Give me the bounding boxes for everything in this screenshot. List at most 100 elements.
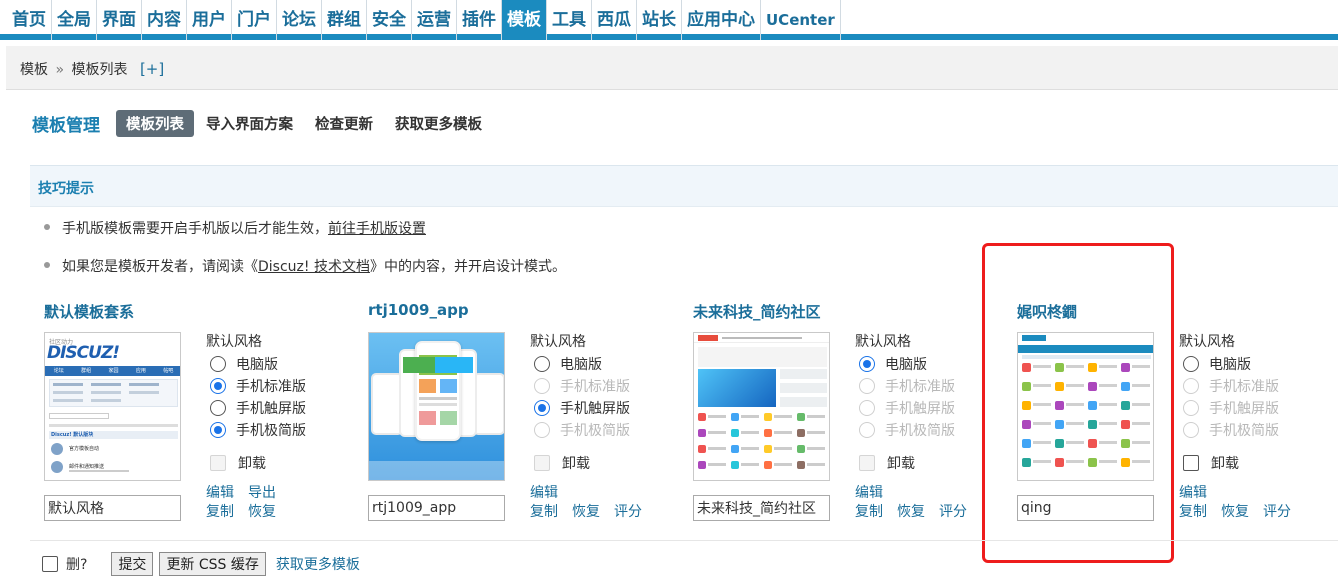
style-radio bbox=[1183, 400, 1199, 416]
mobile-settings-link[interactable]: 前往手机版设置 bbox=[328, 221, 426, 237]
nav-item-13[interactable]: 西瓜 bbox=[592, 0, 637, 40]
nav-item-0[interactable]: 首页 bbox=[7, 0, 52, 40]
tab-get-more-templates[interactable]: 获取更多模板 bbox=[385, 110, 492, 137]
style-radio[interactable] bbox=[210, 400, 226, 416]
style-option[interactable]: 手机极简版 bbox=[206, 419, 306, 441]
style-radio[interactable] bbox=[534, 356, 550, 372]
nav-item-11[interactable]: 模板 bbox=[502, 0, 547, 40]
template-name[interactable]: 默认模板套系 bbox=[44, 301, 134, 322]
thumb-section-title: Discuz! 默认版块 bbox=[51, 432, 94, 438]
style-option: 手机标准版 bbox=[855, 375, 955, 397]
style-radio bbox=[534, 422, 550, 438]
style-option-label: 手机极简版 bbox=[885, 423, 955, 439]
uninstall-checkbox bbox=[534, 455, 550, 471]
nav-item-3[interactable]: 内容 bbox=[142, 0, 187, 40]
submit-button[interactable]: 提交 bbox=[111, 552, 154, 576]
breadcrumb-current: 模板列表 bbox=[71, 62, 128, 78]
style-option[interactable]: 手机标准版 bbox=[206, 375, 306, 397]
style-option[interactable]: 电脑版 bbox=[206, 353, 306, 375]
template-card: 未来科技_简约社区 默认风格电脑版手机标准版手机触屏版手机极简版卸载编辑复制恢复… bbox=[693, 298, 1013, 528]
uninstall-option[interactable]: 卸载 bbox=[1179, 452, 1279, 474]
style-option[interactable]: 电脑版 bbox=[530, 353, 630, 375]
breadcrumb-separator: » bbox=[55, 62, 65, 78]
uninstall-label: 卸载 bbox=[562, 456, 590, 472]
template-action-link[interactable]: 编辑 bbox=[206, 485, 234, 501]
nav-item-5[interactable]: 门户 bbox=[232, 0, 277, 40]
nav-item-15[interactable]: 应用中心 bbox=[682, 0, 761, 40]
nav-item-4[interactable]: 用户 bbox=[187, 0, 232, 40]
template-action-link[interactable]: 编辑 bbox=[530, 485, 558, 501]
style-radio[interactable] bbox=[210, 356, 226, 372]
style-radio[interactable] bbox=[534, 400, 550, 416]
template-action-link[interactable]: 恢复 bbox=[572, 504, 600, 520]
template-preview-image[interactable] bbox=[693, 332, 830, 481]
tab-template-list[interactable]: 模板列表 bbox=[116, 109, 194, 137]
template-action-link[interactable]: 恢复 bbox=[1221, 504, 1249, 520]
template-name[interactable]: rtj1009_app bbox=[368, 301, 469, 319]
nav-item-8[interactable]: 安全 bbox=[367, 0, 412, 40]
template-action-link[interactable]: 复制 bbox=[855, 504, 883, 520]
tab-check-update[interactable]: 检查更新 bbox=[305, 110, 383, 137]
tip-mobile: 手机版模板需要开启手机版以后才能生效，前往手机版设置 bbox=[44, 218, 426, 238]
uninstall-option: 卸载 bbox=[530, 452, 630, 474]
tip-mobile-text: 手机版模板需要开启手机版以后才能生效， bbox=[62, 221, 328, 237]
breadcrumb-root[interactable]: 模板 bbox=[20, 62, 48, 78]
nav-item-1[interactable]: 全局 bbox=[52, 0, 97, 40]
template-name-input[interactable] bbox=[368, 495, 505, 521]
top-navigation: 首页 全局 界面 内容 用户 门户 论坛 群组 安全 运营 插件 模板 工具 西瓜 站长 应用中心 UCente… bbox=[0, 0, 1338, 40]
nav-item-16[interactable]: UCenter bbox=[761, 0, 841, 40]
default-style-label: 默认风格 bbox=[1179, 334, 1235, 350]
template-action-link[interactable]: 编辑 bbox=[1179, 485, 1207, 501]
breadcrumb-bar: 模板 » 模板列表 [+] bbox=[6, 46, 1338, 90]
update-css-cache-button[interactable]: 更新 CSS 缓存 bbox=[159, 552, 266, 576]
nav-item-7[interactable]: 群组 bbox=[322, 0, 367, 40]
template-name[interactable]: 未来科技_简约社区 bbox=[693, 301, 821, 322]
nav-item-2[interactable]: 界面 bbox=[97, 0, 142, 40]
template-action-link[interactable]: 复制 bbox=[530, 504, 558, 520]
template-action-link[interactable]: 评分 bbox=[614, 504, 642, 520]
template-action-link[interactable]: 复制 bbox=[206, 504, 234, 520]
nav-item-14[interactable]: 站长 bbox=[637, 0, 682, 40]
template-action-link[interactable]: 评分 bbox=[939, 504, 967, 520]
nav-item-6[interactable]: 论坛 bbox=[277, 0, 322, 40]
template-action-link[interactable]: 编辑 bbox=[855, 485, 883, 501]
tip-developer-pre: 如果您是模板开发者，请阅读《 bbox=[62, 259, 258, 275]
template-action-link[interactable]: 恢复 bbox=[897, 504, 925, 520]
template-preview-image[interactable]: 社区动力 DISCUZ! 论坛 群组 家园 应用 帖吧 Discuz! 默认版块… bbox=[44, 332, 181, 481]
nav-item-10[interactable]: 插件 bbox=[457, 0, 502, 40]
style-options: 默认风格 电脑版 手机标准版 手机触屏版 手机极简版 卸载 bbox=[855, 331, 955, 474]
add-shortcut-button[interactable]: [+] bbox=[140, 60, 164, 78]
nav-item-9[interactable]: 运营 bbox=[412, 0, 457, 40]
highlight-annotation bbox=[982, 243, 1174, 563]
delete-checkbox[interactable] bbox=[42, 556, 58, 572]
template-card: 默认模板套系 社区动力 DISCUZ! 论坛 群组 家园 应用 帖吧 Discu… bbox=[44, 298, 364, 528]
style-radio bbox=[1183, 422, 1199, 438]
bottom-actions: 删? 提交 更新 CSS 缓存 获取更多模板 bbox=[30, 540, 1338, 582]
template-action-link[interactable]: 评分 bbox=[1263, 504, 1291, 520]
uninstall-checkbox[interactable] bbox=[1183, 455, 1199, 471]
style-radio[interactable] bbox=[859, 356, 875, 372]
tab-import-scheme[interactable]: 导入界面方案 bbox=[196, 110, 303, 137]
template-name-input[interactable] bbox=[44, 495, 181, 521]
style-option[interactable]: 手机触屏版 bbox=[530, 397, 630, 419]
style-option[interactable]: 电脑版 bbox=[1179, 353, 1279, 375]
style-option[interactable]: 手机触屏版 bbox=[206, 397, 306, 419]
style-radio[interactable] bbox=[1183, 356, 1199, 372]
template-preview-image[interactable] bbox=[368, 332, 505, 481]
tech-docs-link[interactable]: Discuz! 技术文档 bbox=[258, 259, 370, 275]
style-option-label: 电脑版 bbox=[885, 357, 927, 373]
style-option-label: 手机标准版 bbox=[236, 379, 306, 395]
uninstall-option: 卸载 bbox=[855, 452, 955, 474]
template-name-input[interactable] bbox=[693, 495, 830, 521]
style-option[interactable]: 电脑版 bbox=[855, 353, 955, 375]
style-radio[interactable] bbox=[210, 378, 226, 394]
template-action-link[interactable]: 复制 bbox=[1179, 504, 1207, 520]
nav-item-12[interactable]: 工具 bbox=[547, 0, 592, 40]
template-actions: 编辑复制 恢复 评分 bbox=[530, 482, 690, 520]
style-option-label: 手机标准版 bbox=[885, 379, 955, 395]
get-more-templates-link[interactable]: 获取更多模板 bbox=[276, 554, 360, 574]
template-action-link[interactable]: 导出 bbox=[248, 485, 276, 501]
style-radio[interactable] bbox=[210, 422, 226, 438]
template-card: rtj1009_app 默认风格电脑版手机标准版手机触屏版手机极简版卸载编辑复制… bbox=[368, 298, 688, 528]
template-action-link[interactable]: 恢复 bbox=[248, 504, 276, 520]
